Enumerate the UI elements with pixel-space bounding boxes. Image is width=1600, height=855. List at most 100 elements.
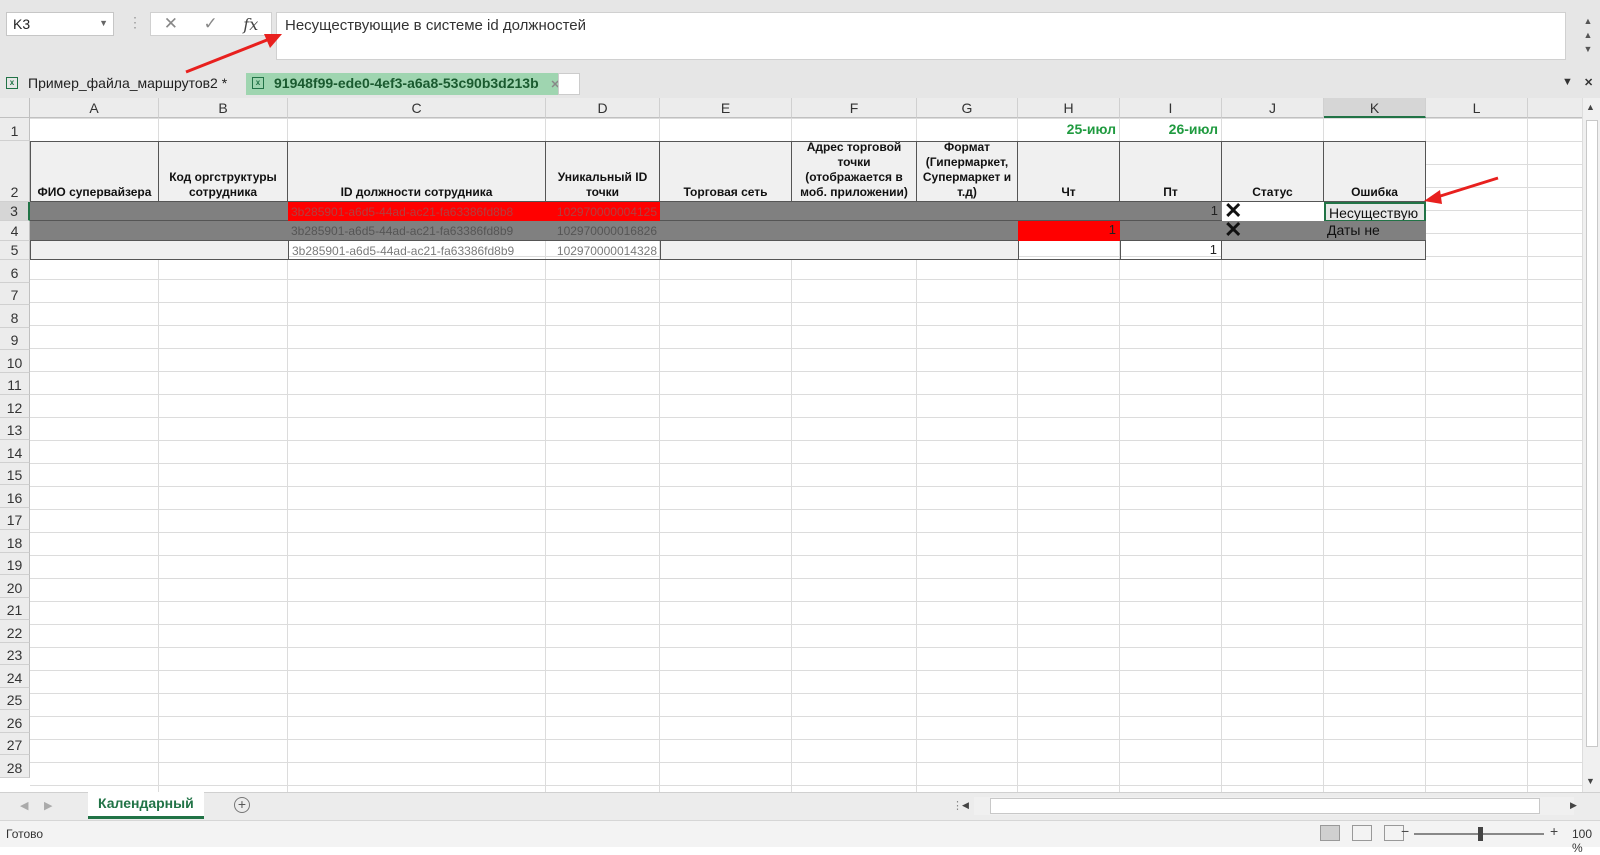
chevron-up-icon[interactable]: ▲ — [1580, 14, 1596, 28]
row-header-23[interactable]: 23 — [0, 642, 30, 665]
cell-j3-cross-icon[interactable]: ✕ — [1222, 202, 1324, 221]
cell-j4-cross-icon[interactable]: ✕ — [1222, 221, 1324, 241]
select-all-corner[interactable] — [0, 98, 30, 118]
cell-i3[interactable]: 1 — [1120, 202, 1222, 221]
row-header-24[interactable]: 24 — [0, 665, 30, 688]
scroll-left-icon[interactable]: ◀ — [962, 800, 969, 811]
column-header-c[interactable]: C — [288, 98, 546, 118]
prev-sheet-icon[interactable]: ◀ — [20, 799, 28, 812]
row-header-15[interactable]: 15 — [0, 462, 30, 485]
cell-d5[interactable]: 102970000014328 — [546, 241, 660, 260]
column-header-h[interactable]: H — [1018, 98, 1120, 118]
cell-h4[interactable]: 1 — [1018, 221, 1120, 241]
name-box[interactable]: K3 ▼ — [6, 12, 114, 36]
tab-list-dropdown-icon[interactable]: ▼ — [1562, 76, 1573, 88]
row-header-25[interactable]: 25 — [0, 687, 30, 710]
row-header-18[interactable]: 18 — [0, 530, 30, 553]
column-header-a[interactable]: A — [30, 98, 159, 118]
column-header-i[interactable]: I — [1120, 98, 1222, 118]
row-header-9[interactable]: 9 — [0, 327, 30, 350]
header-d[interactable]: Уникальный ID точки — [546, 141, 660, 202]
header-b[interactable]: Код оргструктуры сотрудника — [159, 141, 288, 202]
cell-k4[interactable]: Даты не — [1324, 221, 1426, 241]
chevron-down-icon[interactable]: ▼ — [1580, 42, 1596, 56]
column-header-f[interactable]: F — [792, 98, 917, 118]
column-header-b[interactable]: B — [159, 98, 288, 118]
close-icon[interactable]: ✕ — [1584, 76, 1593, 89]
scroll-right-icon[interactable]: ▶ — [1570, 800, 1577, 811]
column-header-l[interactable]: L — [1426, 98, 1528, 118]
cell-c3[interactable]: 3b285901-a6d5-44ad-ac21-fa63386fd8b8 — [288, 202, 546, 221]
row-header-21[interactable]: 21 — [0, 597, 30, 620]
row-header-20[interactable]: 20 — [0, 575, 30, 598]
row-header-1[interactable]: 1 — [0, 118, 30, 141]
horizontal-scrollbar[interactable]: ◀ ▶ — [962, 797, 1577, 815]
row-header-28[interactable]: 28 — [0, 755, 30, 778]
header-j[interactable]: Статус — [1222, 141, 1324, 202]
vertical-scroll-thumb[interactable] — [1586, 120, 1598, 747]
vertical-scrollbar[interactable]: ▲ ▼ — [1582, 98, 1600, 792]
row-header-22[interactable]: 22 — [0, 620, 30, 643]
cell-c5[interactable]: 3b285901-a6d5-44ad-ac21-fa63386fd8b9 — [288, 241, 546, 260]
cell-i1[interactable]: 26-июл — [1120, 118, 1222, 141]
cell-i5[interactable]: 1 — [1120, 241, 1222, 260]
cancel-icon[interactable]: ✕ — [164, 14, 178, 34]
horizontal-scroll-thumb[interactable] — [990, 798, 1540, 814]
header-c[interactable]: ID должности сотрудника — [288, 141, 546, 202]
row-header-27[interactable]: 27 — [0, 732, 30, 755]
column-header-k[interactable]: K — [1324, 98, 1426, 118]
row-header-26[interactable]: 26 — [0, 710, 30, 733]
row-header-14[interactable]: 14 — [0, 440, 30, 463]
zoom-slider[interactable] — [1414, 827, 1544, 841]
row-header-2[interactable]: 2 — [0, 141, 30, 202]
cell-d3[interactable]: 102970000004125 — [546, 202, 660, 221]
column-header-e[interactable]: E — [660, 98, 792, 118]
spreadsheet-grid[interactable]: ABCDEFGHIJKLM 12345678910111213141516171… — [0, 98, 1582, 792]
formula-input[interactable]: Несуществующие в системе id должностей — [276, 12, 1566, 60]
header-h[interactable]: Чт — [1018, 141, 1120, 202]
column-header-d[interactable]: D — [546, 98, 660, 118]
header-f[interactable]: Адрес торговой точки (отображается в моб… — [792, 141, 917, 202]
name-box-dropdown-icon[interactable]: ▼ — [99, 18, 108, 28]
next-sheet-icon[interactable]: ▶ — [44, 799, 52, 812]
page-layout-icon[interactable] — [1352, 825, 1372, 841]
row-header-4[interactable]: 4 — [0, 221, 30, 241]
scroll-down-icon[interactable]: ▼ — [1586, 776, 1595, 786]
cell-c4[interactable]: 3b285901-a6d5-44ad-ac21-fa63386fd8b9 — [288, 221, 546, 241]
row-header-3[interactable]: 3 — [0, 202, 30, 221]
zoom-in-icon[interactable]: + — [1550, 823, 1558, 839]
workbook-tab-2[interactable]: x 91948f99-ede0-4ef3-a6a8-53c90b3d213b ✕ — [246, 73, 560, 95]
cell-d4[interactable]: 102970000016826 — [546, 221, 660, 241]
zoom-slider-knob[interactable] — [1478, 827, 1483, 841]
header-i[interactable]: Пт — [1120, 141, 1222, 202]
cell-h5[interactable] — [1018, 241, 1120, 260]
chevron-down-icon[interactable]: ▲ — [1580, 28, 1596, 42]
row-header-10[interactable]: 10 — [0, 350, 30, 373]
header-k[interactable]: Ошибка — [1324, 141, 1426, 202]
header-e[interactable]: Торговая сеть — [660, 141, 792, 202]
normal-view-icon[interactable] — [1320, 825, 1340, 841]
row-header-6[interactable]: 6 — [0, 260, 30, 283]
sheet-tab-calendar[interactable]: Календарный — [88, 792, 204, 819]
zoom-out-icon[interactable]: − — [1401, 823, 1409, 839]
row-header-13[interactable]: 13 — [0, 417, 30, 440]
add-sheet-icon[interactable]: + — [234, 797, 250, 813]
header-a[interactable]: ФИО супервайзера — [30, 141, 159, 202]
row-header-8[interactable]: 8 — [0, 305, 30, 328]
column-header-m[interactable]: M — [1528, 98, 1582, 118]
zoom-level[interactable]: 100 % — [1572, 827, 1600, 855]
row-header-19[interactable]: 19 — [0, 552, 30, 575]
scroll-up-icon[interactable]: ▲ — [1586, 102, 1595, 112]
column-header-g[interactable]: G — [917, 98, 1018, 118]
row-header-17[interactable]: 17 — [0, 507, 30, 530]
row-header-5[interactable]: 5 — [0, 241, 30, 260]
row-header-11[interactable]: 11 — [0, 372, 30, 395]
formula-bar-scroll[interactable]: ▲ ▲ ▼ — [1580, 14, 1596, 58]
row-header-12[interactable]: 12 — [0, 395, 30, 418]
row-header-7[interactable]: 7 — [0, 282, 30, 305]
cell-k3[interactable]: Несуществую — [1324, 202, 1426, 222]
cell-h1[interactable]: 25-июл — [1018, 118, 1120, 141]
row-header-16[interactable]: 16 — [0, 485, 30, 508]
new-tab-button[interactable] — [558, 73, 580, 95]
header-g[interactable]: Формат (Гипермаркет, Супермаркет и т.д) — [917, 141, 1018, 202]
